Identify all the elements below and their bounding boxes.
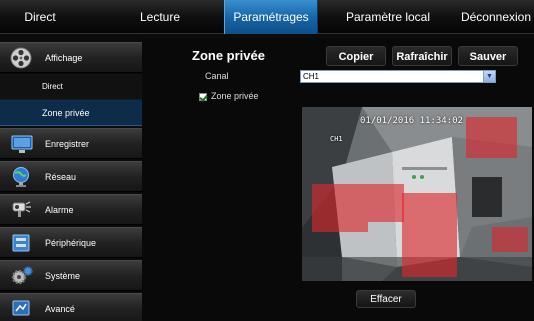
device-drive-icon xyxy=(10,232,34,254)
sidebar-item-avance[interactable]: Avancé xyxy=(0,293,142,321)
top-navigation: Direct Lecture Paramétrages Paramètre lo… xyxy=(0,0,534,34)
chevron-down-icon[interactable]: ▼ xyxy=(483,71,495,82)
zone-privee-checkbox-row: Zone privée xyxy=(199,91,259,101)
monitor-record-icon xyxy=(10,133,34,155)
video-preview[interactable]: 01/01/2016 11:34:02 CH1 xyxy=(302,107,532,281)
globe-network-icon xyxy=(10,166,34,188)
tab-deconnexion[interactable]: Déconnexion xyxy=(458,0,534,34)
sidebar-item-enregistrer[interactable]: Enregistrer xyxy=(0,128,142,159)
sidebar-item-systeme[interactable]: Système xyxy=(0,260,142,291)
canal-value: CH1 xyxy=(303,72,320,81)
canal-label: Canal xyxy=(205,71,229,81)
sauver-button[interactable]: Sauver xyxy=(458,46,518,66)
sidebar-item-label: Système xyxy=(45,271,81,281)
sidebar-subitem-zone-privee[interactable]: Zone privée xyxy=(0,100,142,126)
tab-parametre-local[interactable]: Paramètre local xyxy=(332,0,444,34)
gears-icon xyxy=(10,265,34,287)
content-panel: Zone privée Copier Rafraîchir Sauver Can… xyxy=(142,38,534,321)
sidebar-item-label: Alarme xyxy=(45,205,74,215)
alarm-camera-icon xyxy=(10,199,34,221)
tab-direct[interactable]: Direct xyxy=(0,0,80,34)
privacy-mask[interactable] xyxy=(402,193,457,277)
privacy-mask[interactable] xyxy=(466,117,517,158)
sidebar: Affichage Direct Zone privée Enregistrer… xyxy=(0,38,142,321)
tab-parametrages[interactable]: Paramétrages xyxy=(224,0,318,34)
sidebar-item-peripherique[interactable]: Périphérique xyxy=(0,227,142,258)
canal-select[interactable]: CH1 ▼ xyxy=(300,70,496,83)
effacer-button[interactable]: Effacer xyxy=(356,290,416,308)
sidebar-item-label: Affichage xyxy=(45,53,83,63)
tab-lecture[interactable]: Lecture xyxy=(120,0,200,34)
sidebar-item-label: Périphérique xyxy=(45,238,97,248)
zone-privee-checkbox[interactable] xyxy=(199,92,207,101)
osd-channel: CH1 xyxy=(330,135,343,143)
page-title: Zone privée xyxy=(192,48,265,63)
privacy-mask[interactable] xyxy=(312,184,368,232)
advanced-monitor-icon xyxy=(10,298,34,320)
sidebar-item-reseau[interactable]: Réseau xyxy=(0,161,142,192)
copier-button[interactable]: Copier xyxy=(326,46,386,66)
sidebar-subitem-direct[interactable]: Direct xyxy=(0,74,142,100)
sidebar-item-label: Enregistrer xyxy=(45,139,90,149)
sidebar-item-label: Avancé xyxy=(45,304,75,314)
sidebar-item-alarme[interactable]: Alarme xyxy=(0,194,142,225)
sidebar-item-affichage[interactable]: Affichage xyxy=(0,42,142,73)
sidebar-item-label: Réseau xyxy=(45,172,77,182)
rafraichir-button[interactable]: Rafraîchir xyxy=(392,46,452,66)
privacy-mask[interactable] xyxy=(368,184,404,222)
film-reel-icon xyxy=(10,47,34,69)
privacy-mask[interactable] xyxy=(492,227,528,252)
zone-privee-checkbox-label: Zone privée xyxy=(211,91,259,101)
osd-timestamp: 01/01/2016 11:34:02 xyxy=(360,116,463,126)
